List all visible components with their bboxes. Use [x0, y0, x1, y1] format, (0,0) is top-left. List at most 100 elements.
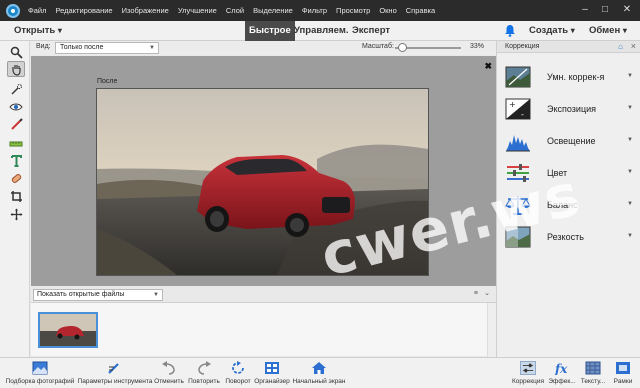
photo-bin-select[interactable]: Показать открытые файлы ▼	[33, 289, 163, 301]
chevron-down-icon: ▾	[622, 26, 627, 35]
zoom-value: 33%	[470, 43, 485, 50]
home-screen-button[interactable]: Начальный экран	[290, 358, 348, 388]
photo-bin-collapse-icon[interactable]: ⌄	[484, 289, 490, 297]
type-tool[interactable]	[7, 152, 25, 168]
textures-button[interactable]: Тексту...	[578, 358, 608, 388]
eye-icon	[9, 103, 23, 110]
close-window-button[interactable]: ✕	[620, 3, 634, 17]
adjustment-label: Освещение	[547, 136, 596, 146]
adjustments-icon	[520, 361, 536, 375]
magnifier-icon	[10, 46, 23, 59]
zoom-label: Масштаб:	[362, 43, 394, 50]
adjustment-smart-fix[interactable]: Умн. коррек-я ▼	[497, 63, 640, 93]
bell-icon[interactable]	[504, 24, 516, 37]
crop-tool[interactable]	[7, 188, 25, 204]
view-label: Вид:	[36, 43, 51, 50]
adjustment-balance[interactable]: Баланс ▼	[497, 191, 640, 221]
svg-text:-: -	[521, 110, 524, 119]
zoom-slider-handle[interactable]	[398, 43, 408, 52]
menu-layer[interactable]: Слой	[226, 6, 244, 15]
photo-bin-button[interactable]: Подборка фотографий	[2, 358, 78, 388]
hand-tool[interactable]	[7, 61, 25, 77]
menu-view[interactable]: Просмотр	[336, 6, 370, 15]
tab-quick[interactable]: Быстрое	[245, 21, 295, 41]
adjustments-button[interactable]: Коррекция	[510, 358, 546, 388]
frames-button[interactable]: Рамки	[608, 358, 638, 388]
canvas-area[interactable]: После ✖	[31, 56, 496, 286]
tab-expert[interactable]: Эксперт	[348, 21, 394, 41]
tool-options-button[interactable]: Параметры инструмента	[77, 358, 153, 388]
smart-fix-icon	[505, 66, 531, 88]
zoom-slider[interactable]	[395, 43, 461, 52]
rotate-button[interactable]: Поворот	[222, 358, 254, 388]
adjustment-exposure[interactable]: + - Экспозиция ▼	[497, 95, 640, 125]
move-tool[interactable]	[7, 206, 25, 222]
reset-icon[interactable]: ⌂	[618, 42, 623, 51]
chevron-down-icon: ▼	[153, 292, 159, 298]
create-button[interactable]: Создать ▾	[529, 25, 575, 36]
car-photo[interactable]	[96, 88, 429, 276]
create-label: Создать	[529, 25, 569, 36]
chevron-down-icon: ▼	[627, 201, 633, 207]
adjustment-label: Резкость	[547, 232, 584, 242]
tab-guided[interactable]: Управляем.	[290, 21, 353, 41]
organizer-button[interactable]: Органайзер	[254, 358, 290, 388]
photo-bin-toolbar: Показать открытые файлы ▼ ≡ ⌄	[31, 288, 496, 302]
close-panel-button[interactable]: ×	[631, 41, 636, 51]
quick-selection-tool[interactable]	[7, 81, 25, 97]
share-button[interactable]: Обмен ▾	[589, 25, 627, 36]
menu-bar: Файл Редактирование Изображение Улучшени…	[0, 0, 640, 21]
view-select-value: Только после	[60, 44, 104, 51]
minimize-button[interactable]: –	[578, 3, 592, 17]
menu-window[interactable]: Окно	[379, 6, 396, 15]
exposure-icon: + -	[505, 98, 531, 120]
undo-button[interactable]: Отменить	[152, 358, 186, 388]
menu-edit[interactable]: Редактирование	[55, 6, 112, 15]
organizer-label: Органайзер	[254, 378, 290, 385]
menu-enhance[interactable]: Улучшение	[178, 6, 217, 15]
app-logo-icon	[6, 3, 20, 18]
close-document-button[interactable]: ✖	[484, 61, 492, 72]
textures-label: Тексту...	[580, 378, 606, 385]
car-photo-image	[97, 89, 428, 275]
restore-button[interactable]: □	[598, 3, 612, 17]
effects-label: Эффек...	[548, 378, 576, 385]
chevron-down-icon: ▼	[627, 169, 633, 175]
straighten-tool[interactable]	[7, 134, 25, 150]
whiten-teeth-tool[interactable]	[7, 116, 25, 132]
menu-file[interactable]: Файл	[28, 6, 46, 15]
open-button[interactable]: Открыть ▾	[14, 25, 62, 36]
adjustments-panel-header: Коррекция ⌂ ×	[497, 41, 640, 53]
red-eye-tool[interactable]	[7, 98, 25, 114]
view-select[interactable]: Только после ▼	[55, 42, 159, 54]
bottom-taskbar: Подборка фотографий Параметры инструмент…	[0, 357, 640, 388]
chevron-down-icon: ▼	[627, 105, 633, 111]
menu-help[interactable]: Справка	[406, 6, 435, 15]
chevron-down-icon: ▾	[57, 26, 62, 35]
adjustment-lighting[interactable]: Освещение ▼	[497, 127, 640, 157]
chevron-down-icon: ▾	[570, 26, 575, 35]
photo-bin	[31, 302, 496, 357]
effects-button[interactable]: fx Эффек...	[546, 358, 578, 388]
spot-healing-tool[interactable]	[7, 170, 25, 186]
crop-icon	[10, 190, 22, 202]
sharpen-icon	[505, 226, 531, 248]
adjustments-label: Коррекция	[512, 378, 544, 385]
menu-image[interactable]: Изображение	[122, 6, 169, 15]
adjustments-panel-title: Коррекция	[505, 43, 540, 50]
chevron-down-icon: ▼	[627, 137, 633, 143]
adjustment-color[interactable]: Цвет ▼	[497, 159, 640, 189]
photo-bin-label: Подборка фотографий	[5, 378, 75, 385]
color-icon	[507, 164, 529, 182]
photo-bin-scrollbar[interactable]	[487, 303, 496, 357]
lighting-icon	[506, 135, 530, 152]
adjustment-label: Экспозиция	[547, 104, 596, 114]
menu-select[interactable]: Выделение	[253, 6, 293, 15]
photo-bin-menu-icon[interactable]: ≡	[474, 290, 478, 297]
zoom-tool[interactable]	[7, 44, 25, 60]
options-bar: Вид: Только после ▼ Масштаб: 33%	[0, 41, 496, 55]
menu-filter[interactable]: Фильтр	[302, 6, 327, 15]
adjustment-sharpen[interactable]: Резкость ▼	[497, 223, 640, 253]
redo-button[interactable]: Повторить	[186, 358, 222, 388]
photo-bin-thumbnail[interactable]	[38, 312, 98, 348]
